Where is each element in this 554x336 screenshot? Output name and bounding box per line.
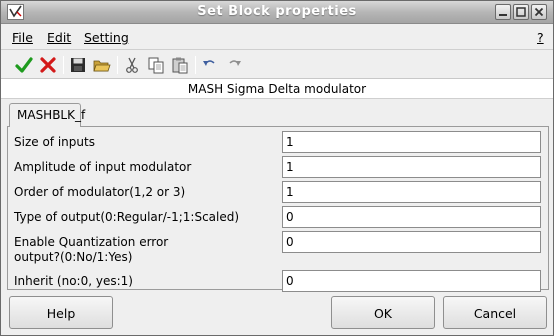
quantization-error-field[interactable]	[282, 231, 541, 253]
toolbar-separator	[117, 56, 118, 74]
order-field[interactable]	[282, 181, 541, 203]
menu-file[interactable]: File	[12, 30, 33, 45]
menu-edit-label: Edit	[47, 30, 72, 45]
quantization-error-label-line2: output?(0:No/1:Yes)	[14, 250, 133, 264]
paste-icon[interactable]	[170, 55, 190, 75]
amplitude-field[interactable]	[282, 156, 541, 178]
menu-help-label: ?	[537, 30, 544, 45]
quantization-error-label-line1: Enable Quantization error	[14, 235, 169, 249]
cancel-button[interactable]: Cancel	[443, 296, 547, 329]
order-label: Order of modulator(1,2 or 3)	[14, 185, 186, 199]
size-of-inputs-label: Size of inputs	[14, 135, 95, 149]
inherit-field[interactable]	[282, 270, 541, 292]
quantization-error-label: Enable Quantization error output?(0:No/1…	[14, 235, 168, 265]
toolbar-separator	[63, 56, 64, 74]
title-bar[interactable]: Set Block properties	[1, 1, 553, 24]
menu-file-label: File	[12, 30, 33, 45]
cancel-icon[interactable]	[38, 55, 58, 75]
minimize-button[interactable]	[495, 4, 511, 20]
menu-help[interactable]: ?	[537, 30, 544, 45]
redo-icon[interactable]	[224, 55, 244, 75]
ok-icon[interactable]	[14, 55, 34, 75]
size-of-inputs-field[interactable]	[282, 131, 541, 153]
dialog-window: Set Block properties File Edit Setting ?	[0, 0, 554, 336]
copy-icon[interactable]	[146, 55, 166, 75]
toolbar-separator	[195, 56, 196, 74]
amplitude-label: Amplitude of input modulator	[14, 160, 192, 174]
ok-button[interactable]: OK	[331, 296, 435, 329]
tab-mashblk-f[interactable]: MASHBLK_f	[9, 103, 85, 127]
save-icon[interactable]	[68, 55, 88, 75]
output-type-label: Type of output(0:Regular/-1;1:Scaled)	[14, 210, 240, 224]
menu-bar: File Edit Setting ?	[1, 25, 553, 50]
undo-icon[interactable]	[200, 55, 220, 75]
close-window-button[interactable]	[531, 4, 547, 20]
block-description: MASH Sigma Delta modulator	[1, 79, 553, 99]
menu-setting[interactable]: Setting	[84, 30, 129, 45]
open-icon[interactable]	[92, 55, 112, 75]
menu-setting-label: Setting	[84, 30, 129, 45]
menu-edit[interactable]: Edit	[47, 30, 71, 45]
output-type-field[interactable]	[282, 206, 541, 228]
cut-icon[interactable]	[122, 55, 142, 75]
window-title: Set Block properties	[197, 4, 357, 19]
toolbar	[1, 51, 553, 79]
inherit-label: Inherit (no:0, yes:1)	[14, 274, 133, 288]
maximize-button[interactable]	[513, 4, 529, 20]
help-button[interactable]: Help	[9, 296, 113, 329]
